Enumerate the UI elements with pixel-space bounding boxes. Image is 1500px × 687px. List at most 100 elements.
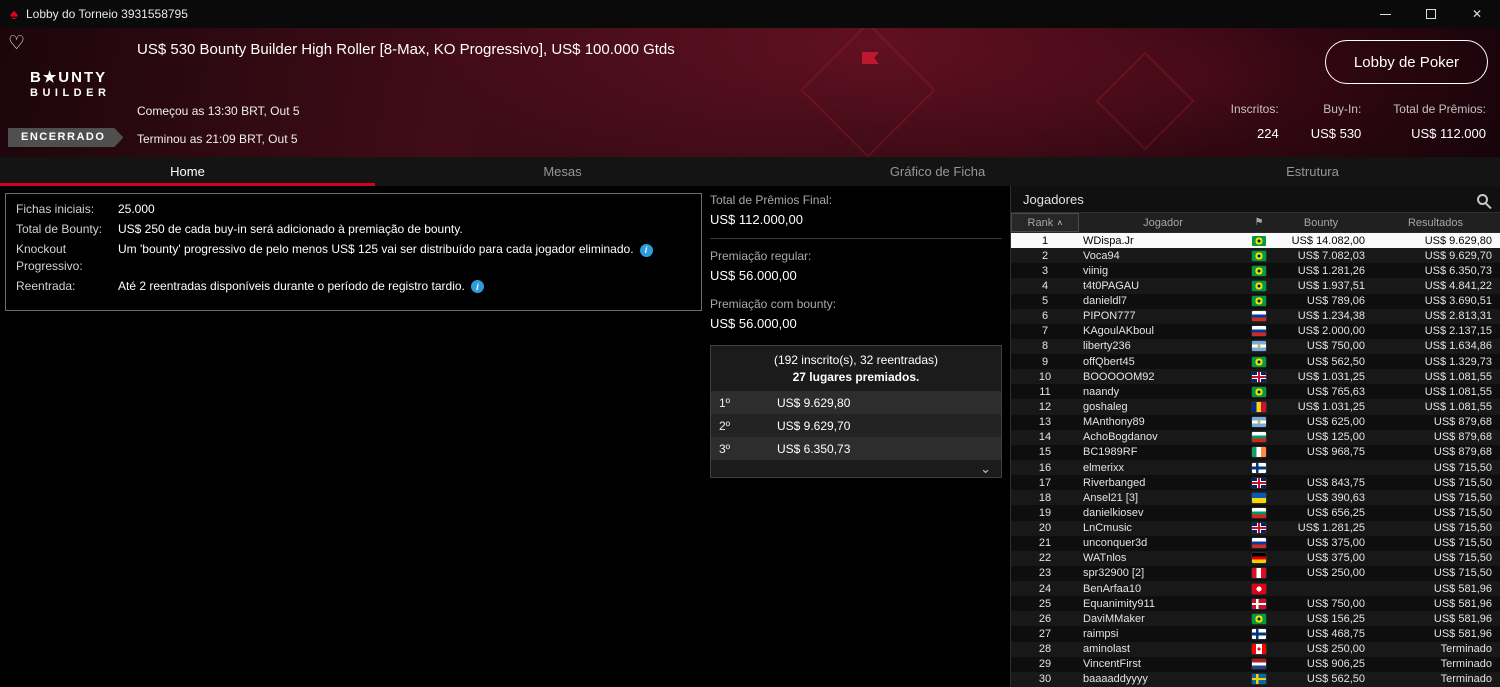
player-result: US$ 1.329,73 <box>1424 355 1492 368</box>
header-art-diamond <box>1095 51 1195 151</box>
header-stat: Inscritos: 224 <box>1231 102 1279 141</box>
tab-estrutura[interactable]: Estrutura <box>1125 157 1500 186</box>
flag-icon-br <box>1252 250 1266 261</box>
player-bounty: US$ 468,75 <box>1306 628 1365 641</box>
info-icon[interactable]: i <box>470 280 484 294</box>
player-row[interactable]: 11 naandy US$ 765,63 US$ 1.081,55 <box>1011 384 1500 400</box>
player-row[interactable]: 23 spr32900 [2] US$ 250,00 US$ 715,50 <box>1011 565 1500 582</box>
chevron-down-icon[interactable]: ⌄ <box>980 462 991 475</box>
search-icon[interactable] <box>1477 193 1488 205</box>
column-header-jogador[interactable]: Jogador <box>1079 217 1247 229</box>
player-flag-cell <box>1247 644 1271 655</box>
favorite-heart-icon[interactable]: ♡ <box>8 32 25 55</box>
player-row[interactable]: 1 WDispa.Jr US$ 14.082,00 US$ 9.629,80 <box>1011 233 1500 249</box>
player-bounty: US$ 7.082,03 <box>1297 249 1365 262</box>
info-row-value: 25.000 <box>118 201 691 217</box>
column-header-bounty[interactable]: Bounty <box>1271 217 1371 229</box>
player-rank: 14 <box>1038 431 1052 444</box>
player-name: viinig <box>1083 264 1109 277</box>
player-row[interactable]: 26 DaviMMaker US$ 156,25 US$ 581,96 <box>1011 611 1500 627</box>
player-row[interactable]: 20 LnCmusic US$ 1.281,25 US$ 715,50 <box>1011 520 1500 536</box>
player-row[interactable]: 3 viinig US$ 1.281,26 US$ 6.350,73 <box>1011 263 1500 279</box>
player-row[interactable]: 28 aminolast US$ 250,00 Terminado <box>1011 641 1500 657</box>
player-name: goshaleg <box>1083 401 1128 414</box>
player-row[interactable]: 18 Ansel21 [3] US$ 390,63 US$ 715,50 <box>1011 490 1500 506</box>
player-row[interactable]: 30 baaaaddyyyy US$ 562,50 Terminado <box>1011 671 1500 687</box>
column-header-rank[interactable]: Rank ˄ <box>1011 213 1079 232</box>
player-row[interactable]: 21 unconquer3d US$ 375,00 US$ 715,50 <box>1011 535 1500 551</box>
pokerstars-spade-icon: ♠ <box>10 5 18 23</box>
player-row[interactable]: 8 liberty236 US$ 750,00 US$ 1.634,86 <box>1011 338 1500 355</box>
player-row[interactable]: 17 Riverbanged US$ 843,75 US$ 715,50 <box>1011 475 1500 491</box>
player-row[interactable]: 14 AchoBogdanov US$ 125,00 US$ 879,68 <box>1011 429 1500 445</box>
player-rank: 5 <box>1041 295 1049 308</box>
player-row[interactable]: 16 elmerixx US$ 715,50 <box>1011 459 1500 476</box>
payout-place: 1º <box>719 395 731 410</box>
player-name: MAnthony89 <box>1083 416 1145 429</box>
payout-amount: US$ 6.350,73 <box>777 441 851 456</box>
player-bounty: US$ 765,63 <box>1306 385 1365 398</box>
player-rank: 15 <box>1038 446 1052 459</box>
player-bounty: US$ 375,00 <box>1306 552 1365 565</box>
player-rank: 8 <box>1041 340 1049 353</box>
player-row[interactable]: 4 t4t0PAGAU US$ 1.937,51 US$ 4.841,22 <box>1011 278 1500 294</box>
player-name: VincentFirst <box>1083 658 1141 671</box>
minimize-button[interactable] <box>1362 0 1408 28</box>
player-row[interactable]: 7 KAgoulAKboul US$ 2.000,00 US$ 2.137,15 <box>1011 323 1500 339</box>
player-row[interactable]: 6 PIPON777 US$ 1.234,38 US$ 2.813,31 <box>1011 308 1500 324</box>
maximize-button[interactable] <box>1408 0 1454 28</box>
player-rank: 12 <box>1038 401 1052 414</box>
player-name: DaviMMaker <box>1083 612 1145 625</box>
player-row[interactable]: 19 danielkiosev US$ 656,25 US$ 715,50 <box>1011 505 1500 521</box>
player-name: elmerixx <box>1083 461 1124 474</box>
flag-icon-ar <box>1252 341 1266 352</box>
close-button[interactable]: ✕ <box>1454 0 1500 28</box>
poker-lobby-button[interactable]: Lobby de Poker <box>1324 40 1488 84</box>
info-row-text: US$ 250 de cada buy-in será adicionado à… <box>118 222 463 237</box>
player-bounty: US$ 14.082,00 <box>1291 234 1365 247</box>
player-result: US$ 1.634,86 <box>1424 340 1492 353</box>
tab-home[interactable]: Home <box>0 157 375 186</box>
maximize-icon <box>1426 9 1436 19</box>
flag-icon-br <box>1252 613 1266 624</box>
player-row[interactable]: 2 Voca94 US$ 7.082,03 US$ 9.629,70 <box>1011 248 1500 264</box>
player-row[interactable]: 10 BOOOOOM92 US$ 1.031,25 US$ 1.081,55 <box>1011 369 1500 385</box>
column-header-flag-icon[interactable]: ⚑ <box>1247 217 1271 228</box>
player-result: Terminado <box>1440 673 1492 686</box>
player-row[interactable]: 5 danieldl7 US$ 789,06 US$ 3.690,51 <box>1011 293 1500 309</box>
players-rows: 1 WDispa.Jr US$ 14.082,00 US$ 9.629,80 2 Voca… <box>1011 233 1500 687</box>
player-bounty: US$ 968,75 <box>1306 446 1365 459</box>
player-row[interactable]: 27 raimpsi US$ 468,75 US$ 581,96 <box>1011 626 1500 642</box>
player-bounty: US$ 1.234,38 <box>1297 310 1365 323</box>
paid-places-line: 27 lugares premiados. <box>792 370 920 384</box>
player-bounty: US$ 250,00 <box>1306 643 1365 656</box>
player-row[interactable]: 24 BenArfaa10 US$ 581,96 <box>1011 581 1500 597</box>
player-row[interactable]: 25 Equanimity911 US$ 750,00 US$ 581,96 <box>1011 596 1500 612</box>
start-time: Começou as 13:30 BRT, Out 5 <box>137 104 300 118</box>
player-result: Terminado <box>1440 658 1492 671</box>
tab-gra-fico-de-ficha[interactable]: Gráfico de Ficha <box>750 157 1125 186</box>
player-row[interactable]: 22 WATnlos US$ 375,00 US$ 715,50 <box>1011 550 1500 566</box>
player-row[interactable]: 12 goshaleg US$ 1.031,25 US$ 1.081,55 <box>1011 399 1500 415</box>
player-flag-cell <box>1247 538 1271 549</box>
tab-mesas[interactable]: Mesas <box>375 157 750 186</box>
player-rank: 16 <box>1038 461 1052 474</box>
info-row-value: Um 'bounty' progressivo de pelo menos US… <box>118 241 691 273</box>
player-rank: 10 <box>1038 370 1052 383</box>
player-row[interactable]: 9 offQbert45 US$ 562,50 US$ 1.329,73 <box>1011 354 1500 370</box>
bounty-builder-logo: B★UNTY BUILDER <box>30 68 110 99</box>
player-row[interactable]: 15 BC1989RF US$ 968,75 US$ 879,68 <box>1011 444 1500 460</box>
player-row[interactable]: 13 MAnthony89 US$ 625,00 US$ 879,68 <box>1011 414 1500 430</box>
info-icon[interactable]: i <box>639 243 653 257</box>
player-result: Terminado <box>1440 643 1492 656</box>
stat-label: Total de Prêmios: <box>1393 102 1486 116</box>
player-name: LnCmusic <box>1083 522 1132 535</box>
payout-rows: 1º US$ 9.629,80 2º US$ 9.629,70 3º US$ 6.350,… <box>711 391 1001 460</box>
player-row[interactable]: 29 VincentFirst US$ 906,25 Terminado <box>1011 656 1500 672</box>
players-panel-header: Jogadores <box>1011 186 1500 213</box>
player-name: BenArfaa10 <box>1083 582 1142 595</box>
player-bounty: US$ 625,00 <box>1306 416 1365 429</box>
player-rank: 21 <box>1038 537 1052 550</box>
player-rank: 13 <box>1038 416 1052 429</box>
column-header-resultados[interactable]: Resultados <box>1371 217 1500 229</box>
